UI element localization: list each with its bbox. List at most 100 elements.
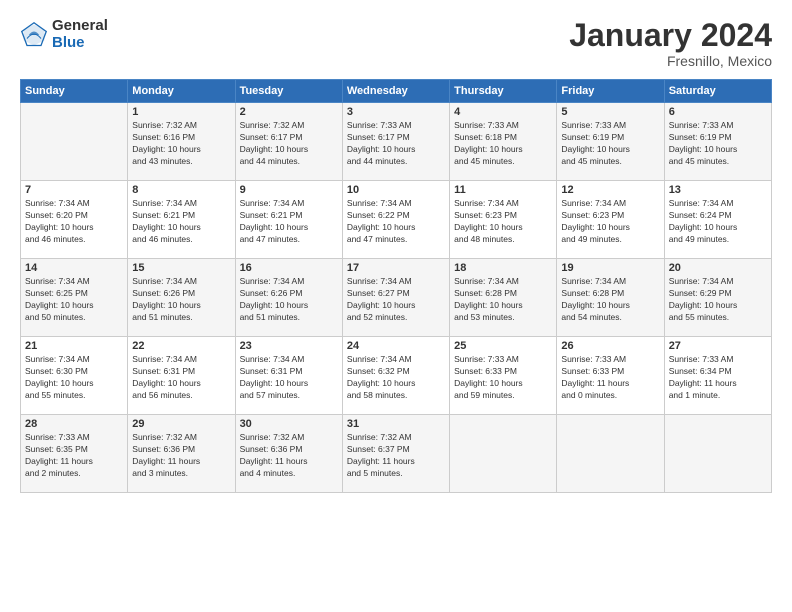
month-title: January 2024 <box>569 18 772 53</box>
day-info: Sunrise: 7:34 AM Sunset: 6:21 PM Dayligh… <box>240 198 338 246</box>
calendar-cell: 5Sunrise: 7:33 AM Sunset: 6:19 PM Daylig… <box>557 103 664 181</box>
logo-general-text: General <box>52 18 108 35</box>
day-number: 2 <box>240 106 338 118</box>
logo-text: General Blue <box>52 18 108 51</box>
calendar-cell <box>21 103 128 181</box>
calendar-cell <box>664 415 771 493</box>
calendar-cell: 6 Sunrise: 7:33 AM Sunset: 6:19 PM Daylig… <box>664 103 771 181</box>
day-info: Sunrise: 7:32 AM Sunset: 6:16 PM Dayligh… <box>132 120 230 168</box>
day-number: 20 <box>669 262 767 274</box>
calendar-cell: 29Sunrise: 7:32 AM Sunset: 6:36 PM Dayli… <box>128 415 235 493</box>
col-wednesday: Wednesday <box>342 80 449 103</box>
calendar-cell: 26 Sunrise: 7:33 AM Sunset: 6:33 PM Dayli… <box>557 337 664 415</box>
header-row: Sunday Monday Tuesday Wednesday Thursday… <box>21 80 772 103</box>
calendar-cell: 11 Sunrise: 7:34 AM Sunset: 6:23 PM Dayli… <box>450 181 557 259</box>
calendar-cell: 24 Sunrise: 7:34 AM Sunset: 6:32 PM Dayli… <box>342 337 449 415</box>
calendar-cell: 23Sunrise: 7:34 AM Sunset: 6:31 PM Dayli… <box>235 337 342 415</box>
day-number: 8 <box>132 184 230 196</box>
location: Fresnillo, Mexico <box>569 53 772 69</box>
day-number: 1 <box>132 106 230 118</box>
calendar-table: Sunday Monday Tuesday Wednesday Thursday… <box>20 79 772 493</box>
day-info: Sunrise: 7:34 AM Sunset: 6:29 PM Dayligh… <box>669 276 767 324</box>
day-info: Sunrise: 7:34 AM Sunset: 6:30 PM Dayligh… <box>25 354 123 402</box>
calendar-cell: 16 Sunrise: 7:34 AM Sunset: 6:26 PM Dayli… <box>235 259 342 337</box>
calendar-cell: 12 Sunrise: 7:34 AM Sunset: 6:23 PM Dayli… <box>557 181 664 259</box>
page: General Blue January 2024 Fresnillo, Mex… <box>0 0 792 612</box>
title-block: January 2024 Fresnillo, Mexico <box>569 18 772 69</box>
day-number: 31 <box>347 418 445 430</box>
calendar-cell: 18 Sunrise: 7:34 AM Sunset: 6:28 PM Dayli… <box>450 259 557 337</box>
col-sunday: Sunday <box>21 80 128 103</box>
day-info: Sunrise: 7:33 AM Sunset: 6:18 PM Dayligh… <box>454 120 552 168</box>
day-info: Sunrise: 7:32 AM Sunset: 6:17 PM Dayligh… <box>240 120 338 168</box>
day-number: 5 <box>561 106 659 118</box>
calendar-cell: 13Sunrise: 7:34 AM Sunset: 6:24 PM Dayli… <box>664 181 771 259</box>
day-number: 15 <box>132 262 230 274</box>
day-info: Sunrise: 7:33 AM Sunset: 6:33 PM Dayligh… <box>454 354 552 402</box>
logo-icon <box>20 21 48 49</box>
day-info: Sunrise: 7:33 AM Sunset: 6:19 PM Dayligh… <box>669 120 767 168</box>
calendar-cell: 17 Sunrise: 7:34 AM Sunset: 6:27 PM Dayli… <box>342 259 449 337</box>
day-info: Sunrise: 7:33 AM Sunset: 6:33 PM Dayligh… <box>561 354 659 402</box>
day-info: Sunrise: 7:33 AM Sunset: 6:34 PM Dayligh… <box>669 354 767 402</box>
day-number: 6 <box>669 106 767 118</box>
col-thursday: Thursday <box>450 80 557 103</box>
day-number: 29 <box>132 418 230 430</box>
day-number: 28 <box>25 418 123 430</box>
col-friday: Friday <box>557 80 664 103</box>
day-info: Sunrise: 7:33 AM Sunset: 6:35 PM Dayligh… <box>25 432 123 480</box>
day-number: 13 <box>669 184 767 196</box>
day-number: 30 <box>240 418 338 430</box>
logo-blue-text: Blue <box>52 35 108 52</box>
day-number: 17 <box>347 262 445 274</box>
calendar-week-4: 21Sunrise: 7:34 AM Sunset: 6:30 PM Dayli… <box>21 337 772 415</box>
day-number: 3 <box>347 106 445 118</box>
calendar-cell <box>557 415 664 493</box>
calendar-cell: 7Sunrise: 7:34 AM Sunset: 6:20 PM Daylig… <box>21 181 128 259</box>
calendar-cell: 9 Sunrise: 7:34 AM Sunset: 6:21 PM Daylig… <box>235 181 342 259</box>
day-info: Sunrise: 7:32 AM Sunset: 6:37 PM Dayligh… <box>347 432 445 480</box>
day-info: Sunrise: 7:34 AM Sunset: 6:26 PM Dayligh… <box>240 276 338 324</box>
calendar-cell: 10Sunrise: 7:34 AM Sunset: 6:22 PM Dayli… <box>342 181 449 259</box>
calendar-week-1: 1 Sunrise: 7:32 AM Sunset: 6:16 PM Daylig… <box>21 103 772 181</box>
day-number: 19 <box>561 262 659 274</box>
day-info: Sunrise: 7:34 AM Sunset: 6:23 PM Dayligh… <box>454 198 552 246</box>
day-number: 9 <box>240 184 338 196</box>
calendar-cell: 20 Sunrise: 7:34 AM Sunset: 6:29 PM Dayli… <box>664 259 771 337</box>
day-number: 24 <box>347 340 445 352</box>
calendar-cell: 14 Sunrise: 7:34 AM Sunset: 6:25 PM Dayli… <box>21 259 128 337</box>
day-info: Sunrise: 7:34 AM Sunset: 6:27 PM Dayligh… <box>347 276 445 324</box>
day-number: 12 <box>561 184 659 196</box>
logo: General Blue <box>20 18 108 51</box>
calendar-cell: 25 Sunrise: 7:33 AM Sunset: 6:33 PM Dayli… <box>450 337 557 415</box>
day-number: 26 <box>561 340 659 352</box>
day-info: Sunrise: 7:34 AM Sunset: 6:28 PM Dayligh… <box>454 276 552 324</box>
calendar-cell <box>450 415 557 493</box>
day-info: Sunrise: 7:34 AM Sunset: 6:22 PM Dayligh… <box>347 198 445 246</box>
day-number: 4 <box>454 106 552 118</box>
day-info: Sunrise: 7:32 AM Sunset: 6:36 PM Dayligh… <box>240 432 338 480</box>
day-info: Sunrise: 7:34 AM Sunset: 6:20 PM Dayligh… <box>25 198 123 246</box>
day-number: 18 <box>454 262 552 274</box>
day-number: 27 <box>669 340 767 352</box>
day-number: 16 <box>240 262 338 274</box>
col-monday: Monday <box>128 80 235 103</box>
day-info: Sunrise: 7:34 AM Sunset: 6:32 PM Dayligh… <box>347 354 445 402</box>
calendar-cell: 4 Sunrise: 7:33 AM Sunset: 6:18 PM Daylig… <box>450 103 557 181</box>
col-saturday: Saturday <box>664 80 771 103</box>
day-info: Sunrise: 7:33 AM Sunset: 6:17 PM Dayligh… <box>347 120 445 168</box>
calendar-week-5: 28 Sunrise: 7:33 AM Sunset: 6:35 PM Dayli… <box>21 415 772 493</box>
calendar-cell: 3 Sunrise: 7:33 AM Sunset: 6:17 PM Daylig… <box>342 103 449 181</box>
day-info: Sunrise: 7:34 AM Sunset: 6:31 PM Dayligh… <box>132 354 230 402</box>
calendar-cell: 31 Sunrise: 7:32 AM Sunset: 6:37 PM Dayli… <box>342 415 449 493</box>
day-info: Sunrise: 7:34 AM Sunset: 6:25 PM Dayligh… <box>25 276 123 324</box>
calendar-cell: 8Sunrise: 7:34 AM Sunset: 6:21 PM Daylig… <box>128 181 235 259</box>
calendar-cell: 28 Sunrise: 7:33 AM Sunset: 6:35 PM Dayli… <box>21 415 128 493</box>
day-number: 25 <box>454 340 552 352</box>
calendar-cell: 22Sunrise: 7:34 AM Sunset: 6:31 PM Dayli… <box>128 337 235 415</box>
day-number: 23 <box>240 340 338 352</box>
calendar-cell: 30 Sunrise: 7:32 AM Sunset: 6:36 PM Dayli… <box>235 415 342 493</box>
day-number: 14 <box>25 262 123 274</box>
day-number: 11 <box>454 184 552 196</box>
day-info: Sunrise: 7:34 AM Sunset: 6:23 PM Dayligh… <box>561 198 659 246</box>
